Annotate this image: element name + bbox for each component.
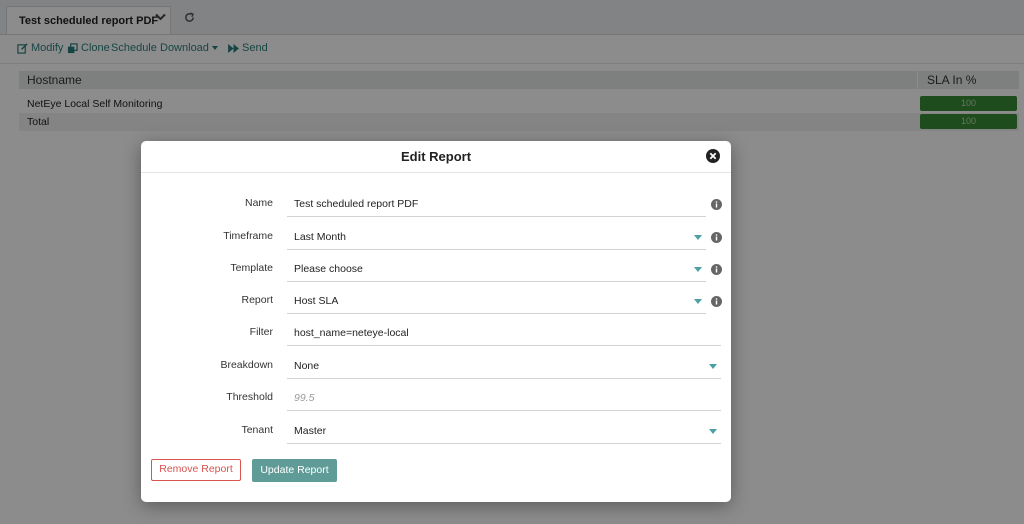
close-icon[interactable] bbox=[706, 149, 720, 163]
chevron-down-icon bbox=[694, 299, 702, 304]
template-row: Template Please choose bbox=[141, 258, 731, 284]
threshold-input[interactable]: 99.5 bbox=[287, 387, 721, 411]
chevron-down-icon bbox=[709, 429, 717, 434]
app-page: Test scheduled report PDF Modify Clone S… bbox=[0, 0, 1024, 524]
timeframe-value: Last Month bbox=[294, 231, 346, 243]
chevron-down-icon bbox=[694, 235, 702, 240]
report-row: Report Host SLA bbox=[141, 290, 731, 316]
threshold-row: Threshold 99.5 bbox=[141, 387, 731, 413]
info-icon[interactable] bbox=[711, 264, 722, 275]
template-value: Please choose bbox=[294, 263, 363, 275]
template-label: Template bbox=[230, 262, 273, 274]
breakdown-row: Breakdown None bbox=[141, 355, 731, 381]
update-report-button[interactable]: Update Report bbox=[252, 459, 337, 482]
timeframe-label: Timeframe bbox=[223, 230, 273, 242]
chevron-down-icon bbox=[709, 364, 717, 369]
name-input[interactable]: Test scheduled report PDF bbox=[287, 193, 706, 217]
breakdown-select[interactable]: None bbox=[287, 355, 721, 379]
info-icon[interactable] bbox=[711, 199, 722, 210]
remove-report-button[interactable]: Remove Report bbox=[151, 459, 241, 481]
name-value: Test scheduled report PDF bbox=[294, 198, 419, 210]
breakdown-value: None bbox=[294, 360, 320, 372]
modal-divider bbox=[141, 172, 731, 173]
template-select[interactable]: Please choose bbox=[287, 258, 706, 282]
filter-label: Filter bbox=[249, 326, 273, 338]
report-label: Report bbox=[241, 294, 273, 306]
name-row: Name Test scheduled report PDF bbox=[141, 193, 731, 219]
chevron-down-icon bbox=[694, 267, 702, 272]
breakdown-label: Breakdown bbox=[220, 359, 273, 371]
tenant-select[interactable]: Master bbox=[287, 420, 721, 444]
filter-value: host_name=neteye-local bbox=[294, 327, 409, 339]
timeframe-select[interactable]: Last Month bbox=[287, 226, 706, 250]
threshold-label: Threshold bbox=[226, 391, 273, 403]
edit-report-modal: Edit Report Name Test scheduled report P… bbox=[141, 141, 731, 502]
tenant-label: Tenant bbox=[241, 424, 273, 436]
modal-title: Edit Report bbox=[400, 149, 472, 164]
report-value: Host SLA bbox=[294, 295, 339, 307]
timeframe-row: Timeframe Last Month bbox=[141, 226, 731, 252]
threshold-placeholder: 99.5 bbox=[294, 392, 315, 404]
filter-input[interactable]: host_name=neteye-local bbox=[287, 322, 721, 346]
info-icon[interactable] bbox=[711, 232, 722, 243]
filter-row: Filter host_name=neteye-local bbox=[141, 322, 731, 348]
tenant-value: Master bbox=[294, 425, 327, 437]
info-icon[interactable] bbox=[711, 296, 722, 307]
report-select[interactable]: Host SLA bbox=[287, 290, 706, 314]
name-label: Name bbox=[244, 197, 273, 209]
tenant-row: Tenant Master bbox=[141, 420, 731, 446]
